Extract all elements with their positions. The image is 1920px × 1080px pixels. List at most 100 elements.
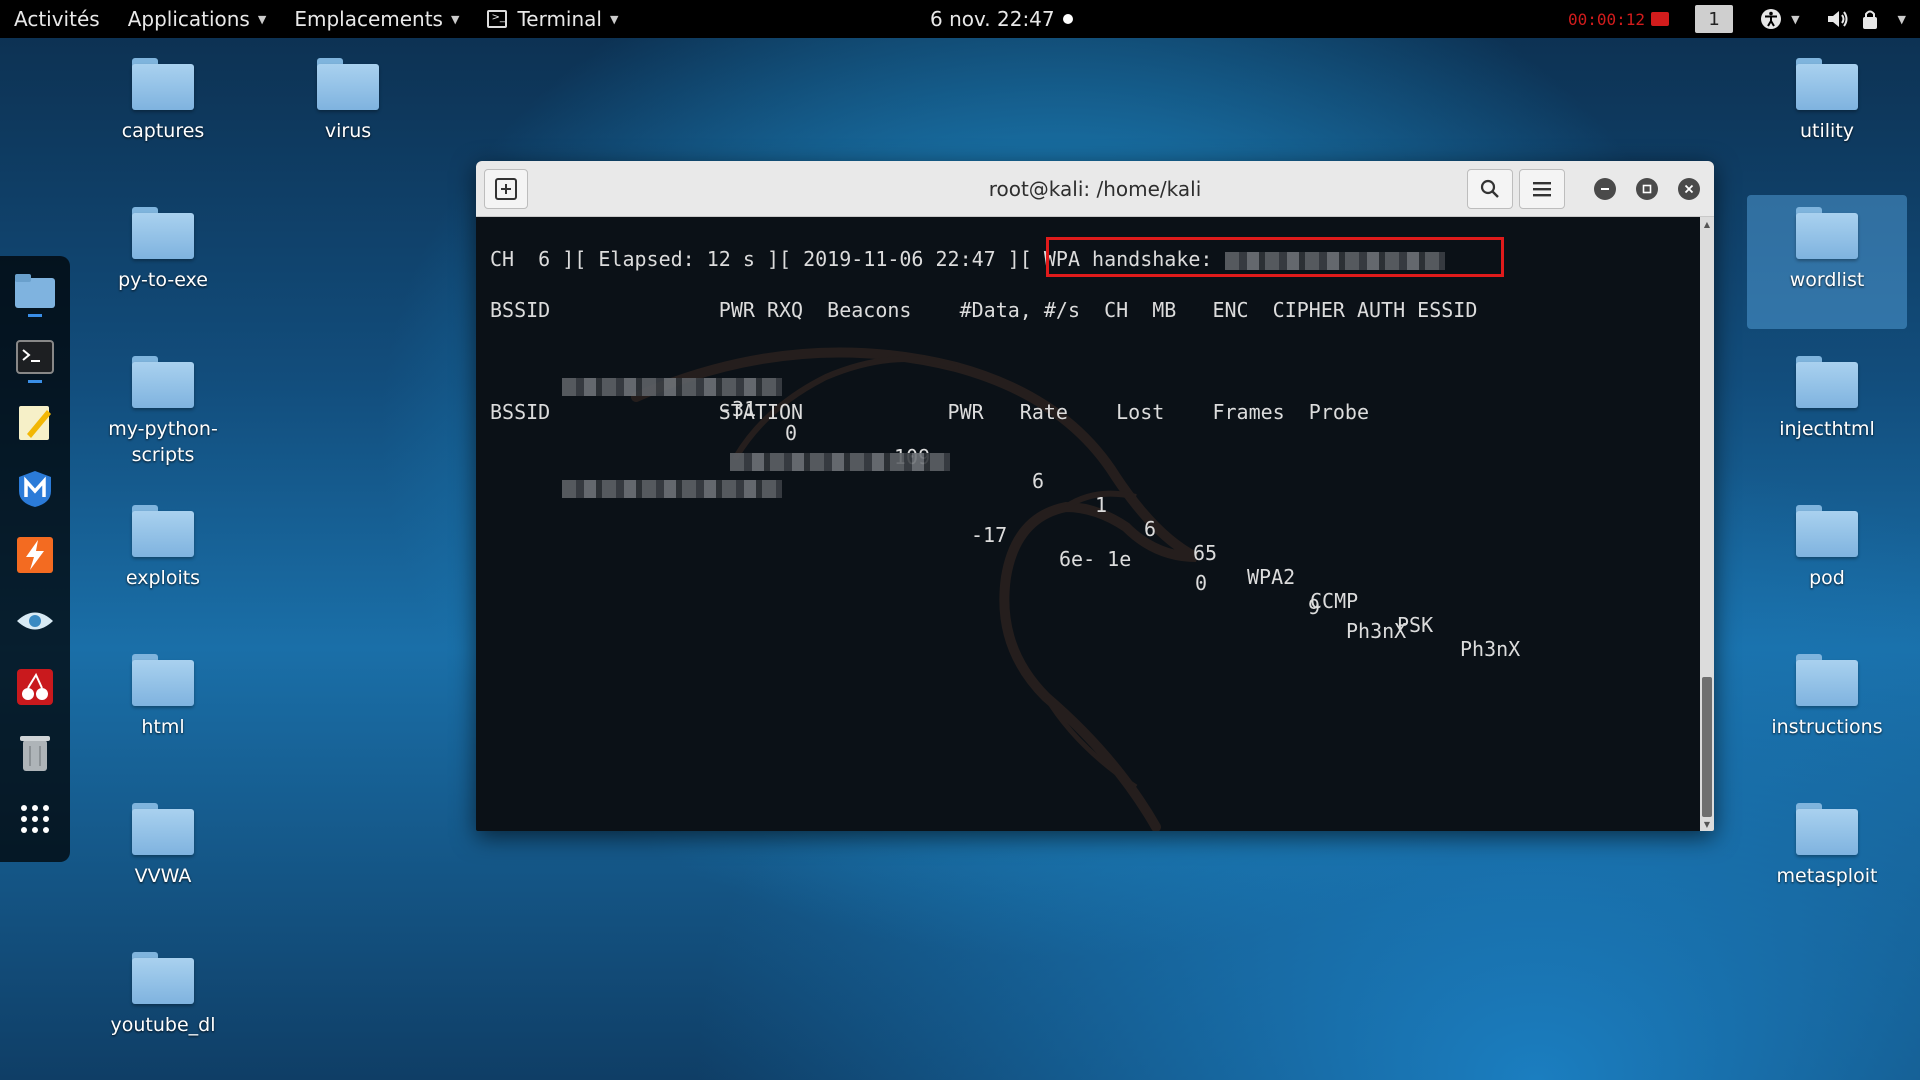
folder-icon [1796, 654, 1858, 706]
station-row: -17 6e- 1e 0 9 Ph3nX [490, 451, 1406, 667]
scrollbar[interactable]: ▲ ▼ [1700, 217, 1714, 831]
folder-icon [132, 207, 194, 259]
applications-label: Applications [127, 7, 250, 31]
desktop-folder-vvwa[interactable]: VVWA [83, 803, 243, 889]
station-lost: 0 [1195, 571, 1208, 595]
folder-icon [132, 803, 194, 855]
terminal-icon [16, 340, 54, 374]
activities-label: Activités [14, 7, 100, 31]
terminal-app-menu[interactable]: >_ Terminal ▼ [473, 0, 632, 38]
recon-launcher[interactable] [14, 600, 56, 642]
desktop-folder-youtube-dl[interactable]: youtube_dl [83, 952, 243, 1038]
notification-dot-icon [1062, 14, 1073, 24]
applications-menu[interactable]: Applications ▼ [114, 0, 281, 38]
close-button[interactable] [1678, 178, 1700, 200]
cherry-icon [17, 669, 53, 705]
terminal-launcher[interactable] [14, 336, 56, 378]
system-menu[interactable]: ▼ [1826, 8, 1906, 30]
desktop-folder-utility[interactable]: utility [1747, 58, 1907, 144]
places-menu[interactable]: Emplacements ▼ [280, 0, 473, 38]
desktop-folder-metasploit[interactable]: metasploit [1747, 803, 1907, 889]
show-applications-button[interactable] [14, 798, 56, 840]
screen-recorder-indicator[interactable]: 00:00:12 [1568, 10, 1670, 29]
folder-icon [132, 952, 194, 1004]
scrollbar-thumb[interactable] [1702, 677, 1712, 817]
redacted-station [730, 453, 950, 471]
station-rate: 6e- 1e [1059, 547, 1132, 571]
folder-label: my-python-scripts [108, 418, 218, 466]
desktop-folder-html[interactable]: html [83, 654, 243, 740]
terminal-output[interactable]: CH 6 ][ Elapsed: 12 s ][ 2019-11-06 22:4… [476, 217, 1700, 831]
menu-button[interactable] [1519, 169, 1565, 209]
folder-label: injecthtml [1779, 418, 1875, 440]
maximize-icon [1642, 184, 1652, 194]
minimize-icon [1601, 188, 1609, 190]
text-editor-launcher[interactable] [14, 402, 56, 444]
terminal-window[interactable]: root@kali: /home/kali CH 6 ][ Elapsed: 1… [476, 161, 1714, 831]
terminal-titlebar[interactable]: root@kali: /home/kali [476, 161, 1714, 217]
metasploit-launcher[interactable] [14, 468, 56, 510]
terminal-icon: >_ [487, 10, 508, 28]
ap-rxq: 0 [785, 421, 798, 445]
station-pwr: -17 [971, 523, 1008, 547]
desktop-folder-exploits[interactable]: exploits [83, 505, 243, 591]
desktop-folder-wordlist[interactable]: wordlist [1747, 195, 1907, 329]
desktop-folder-virus[interactable]: virus [268, 58, 428, 144]
maximize-button[interactable] [1636, 178, 1658, 200]
desktop-folder-instructions[interactable]: instructions [1747, 654, 1907, 740]
desktop-folder-my-python-scripts[interactable]: my-python-scripts [83, 356, 243, 468]
desktop-folder-injecthtml[interactable]: injecthtml [1747, 356, 1907, 442]
workspace-indicator[interactable]: 1 [1695, 5, 1734, 33]
redacted-bssid [562, 479, 783, 498]
search-button[interactable] [1467, 169, 1513, 209]
folder-icon [15, 274, 55, 308]
top-bar: Activités Applications ▼ Emplacements ▼ >_… [0, 0, 1920, 38]
places-label: Emplacements [294, 7, 443, 31]
ap-mb: 65 [1193, 541, 1218, 565]
files-launcher[interactable] [14, 270, 56, 312]
chevron-down-icon: ▼ [1791, 12, 1800, 26]
grid-icon [21, 805, 49, 833]
chevron-down-icon: ▼ [1897, 12, 1906, 26]
dock [0, 256, 70, 862]
folder-icon [1796, 356, 1858, 408]
ap-table-header: BSSID PWR RXQ Beacons #Data, #/s CH MB E… [490, 298, 1478, 322]
scroll-up-icon[interactable]: ▲ [1700, 217, 1714, 231]
close-icon [1684, 184, 1694, 194]
clock[interactable]: 6 nov. 22:47 [930, 0, 1073, 38]
folder-label: captures [121, 120, 205, 142]
cherrytree-launcher[interactable] [14, 666, 56, 708]
workspace-number: 1 [1708, 8, 1720, 30]
chevron-down-icon: ▼ [609, 12, 619, 26]
folder-label: instructions [1771, 716, 1883, 738]
folder-label: exploits [125, 567, 201, 589]
folder-label: pod [1809, 567, 1845, 589]
desktop-folder-py-to-exe[interactable]: py-to-exe [83, 207, 243, 293]
camera-icon [1651, 12, 1670, 26]
accessibility-menu[interactable]: ▼ [1759, 7, 1800, 31]
burpsuite-launcher[interactable] [14, 534, 56, 576]
volume-icon [1827, 11, 1848, 27]
minimize-button[interactable] [1594, 178, 1616, 200]
folder-icon [132, 356, 194, 408]
station-probe: Ph3nX [1346, 619, 1407, 643]
activities-button[interactable]: Activités [0, 0, 114, 38]
search-icon [1480, 179, 1499, 198]
desktop-folder-captures[interactable]: captures [83, 58, 243, 144]
desktop-folder-pod[interactable]: pod [1747, 505, 1907, 591]
ap-data: 6 [1032, 469, 1045, 493]
trash-launcher[interactable] [14, 732, 56, 774]
chevron-down-icon: ▼ [450, 12, 460, 26]
redacted-bssid [562, 377, 783, 396]
folder-icon [1796, 58, 1858, 110]
running-indicator [28, 380, 42, 383]
scroll-down-icon[interactable]: ▼ [1700, 817, 1714, 831]
chevron-down-icon: ▼ [257, 12, 267, 26]
ap-enc: WPA2 [1247, 565, 1296, 589]
folder-label: VVWA [134, 865, 192, 887]
running-indicator [28, 314, 42, 317]
ap-essid: Ph3nX [1460, 637, 1521, 661]
lock-icon [1862, 10, 1877, 29]
station-frames: 9 [1308, 595, 1321, 619]
folder-label: utility [1799, 120, 1855, 142]
